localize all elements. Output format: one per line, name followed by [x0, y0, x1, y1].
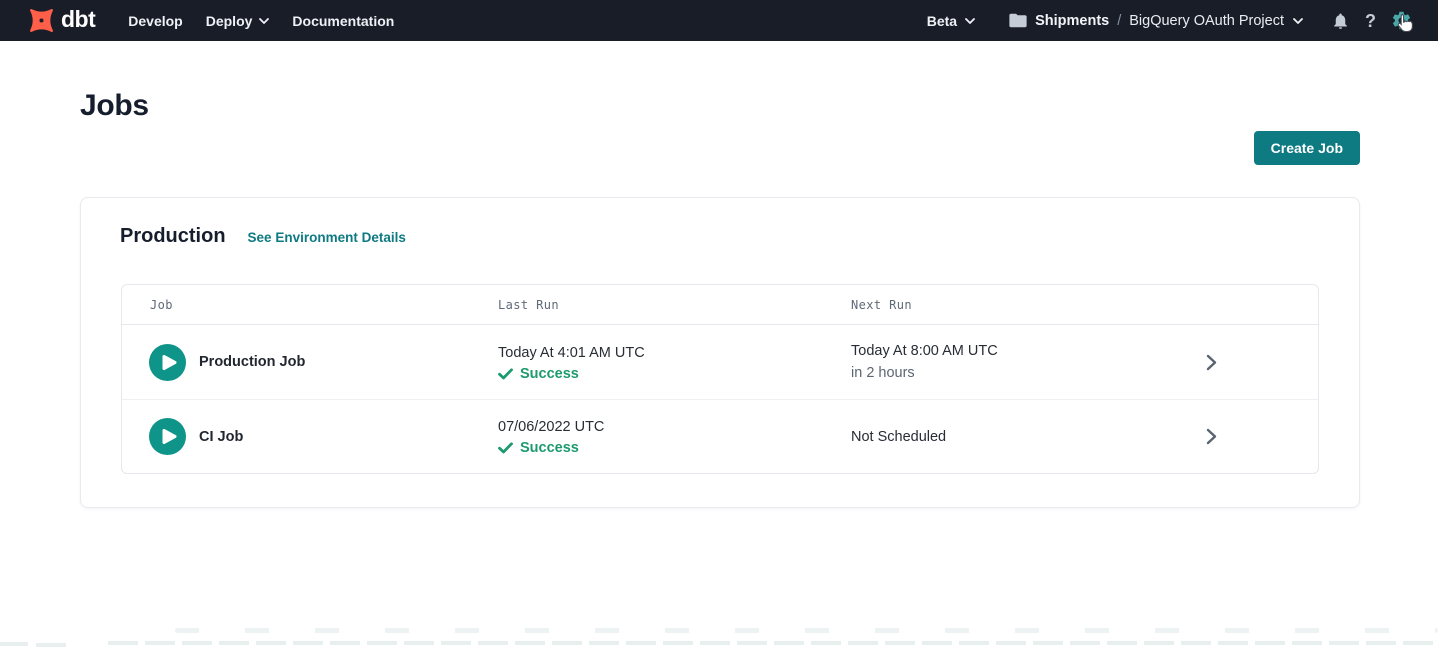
- bell-icon: [1331, 11, 1350, 31]
- top-navbar: dbt Develop Deploy Documentation Beta Sh…: [0, 0, 1438, 41]
- last-run-cell: 07/06/2022 UTC Success: [498, 417, 851, 456]
- page-title: Jobs: [80, 89, 149, 123]
- settings-button[interactable]: [1391, 10, 1412, 31]
- nav-item-label: Documentation: [292, 13, 394, 29]
- next-run-cell: Today At 8:00 AM UTC in 2 hours: [851, 341, 1104, 383]
- dbt-logo[interactable]: dbt: [28, 7, 95, 34]
- run-job-play-button[interactable]: [149, 418, 186, 455]
- nav-item-label: Deploy: [206, 13, 253, 29]
- navbar-icon-group: ?: [1331, 10, 1412, 31]
- last-run-status: Success: [498, 366, 851, 382]
- last-run-time: Today At 4:01 AM UTC: [498, 343, 851, 363]
- environment-card: Production See Environment Details Job L…: [80, 197, 1360, 508]
- nav-item-documentation[interactable]: Documentation: [292, 13, 394, 29]
- run-job-play-button[interactable]: [149, 344, 186, 381]
- row-detail-arrow[interactable]: [1104, 428, 1318, 445]
- job-name: Production Job: [199, 354, 305, 370]
- navbar-right: Beta Shipments / BigQuery OAuth Project: [927, 10, 1412, 31]
- environment-name: Production: [120, 225, 226, 248]
- see-environment-details-link[interactable]: See Environment Details: [248, 230, 406, 245]
- breadcrumb-project: BigQuery OAuth Project: [1129, 13, 1284, 29]
- chevron-right-icon: [1206, 354, 1217, 371]
- job-name: CI Job: [199, 429, 243, 445]
- nav-item-develop[interactable]: Develop: [128, 13, 182, 29]
- dbt-logo-icon: [28, 7, 55, 34]
- jobs-table-header: Job Last Run Next Run: [122, 285, 1318, 325]
- last-run-time: 07/06/2022 UTC: [498, 417, 851, 437]
- breadcrumb-separator: /: [1117, 13, 1121, 29]
- environment-card-header: Production See Environment Details: [81, 198, 1359, 248]
- bottom-dashed-texture: [36, 643, 66, 647]
- next-run-cell: Not Scheduled: [851, 427, 1104, 447]
- last-run-status: Success: [498, 440, 851, 456]
- column-header-next-run: Next Run: [851, 298, 1104, 312]
- chevron-down-icon: [259, 18, 269, 24]
- breadcrumb-account: Shipments: [1035, 13, 1109, 29]
- status-text: Success: [520, 440, 579, 456]
- help-button[interactable]: ?: [1365, 12, 1376, 30]
- bottom-dashed-texture: [175, 628, 1438, 633]
- create-job-button[interactable]: Create Job: [1254, 131, 1360, 165]
- check-icon: [498, 368, 513, 380]
- beta-label: Beta: [927, 13, 957, 29]
- chevron-down-icon: [965, 18, 975, 24]
- nav-item-label: Develop: [128, 13, 182, 29]
- next-run-note: in 2 hours: [851, 363, 1104, 383]
- project-breadcrumb[interactable]: Shipments / BigQuery OAuth Project: [1009, 13, 1303, 29]
- beta-dropdown[interactable]: Beta: [927, 13, 975, 29]
- last-run-cell: Today At 4:01 AM UTC Success: [498, 343, 851, 382]
- status-text: Success: [520, 366, 579, 382]
- next-run-time: Today At 8:00 AM UTC: [851, 341, 1104, 361]
- nav-item-deploy[interactable]: Deploy: [206, 13, 270, 29]
- row-detail-arrow[interactable]: [1104, 354, 1318, 371]
- question-mark-icon: ?: [1365, 12, 1376, 30]
- bottom-dashed-texture: [0, 642, 28, 646]
- notifications-button[interactable]: [1331, 11, 1350, 31]
- gear-icon: [1391, 10, 1412, 31]
- primary-nav: Develop Deploy Documentation: [128, 13, 394, 29]
- column-header-job: Job: [122, 298, 498, 312]
- job-row-ci[interactable]: CI Job 07/06/2022 UTC Success Not Schedu…: [122, 399, 1318, 473]
- brand-text: dbt: [61, 8, 95, 34]
- folder-icon: [1009, 13, 1027, 28]
- jobs-table: Job Last Run Next Run Production Job Tod…: [121, 284, 1319, 474]
- column-header-last-run: Last Run: [498, 298, 851, 312]
- job-cell: Production Job: [122, 344, 498, 381]
- job-cell: CI Job: [122, 418, 498, 455]
- next-run-time: Not Scheduled: [851, 427, 1104, 447]
- job-row-production[interactable]: Production Job Today At 4:01 AM UTC Succ…: [122, 325, 1318, 399]
- chevron-down-icon: [1293, 18, 1303, 24]
- bottom-dashed-texture: [108, 641, 1438, 645]
- chevron-right-icon: [1206, 428, 1217, 445]
- check-icon: [498, 442, 513, 454]
